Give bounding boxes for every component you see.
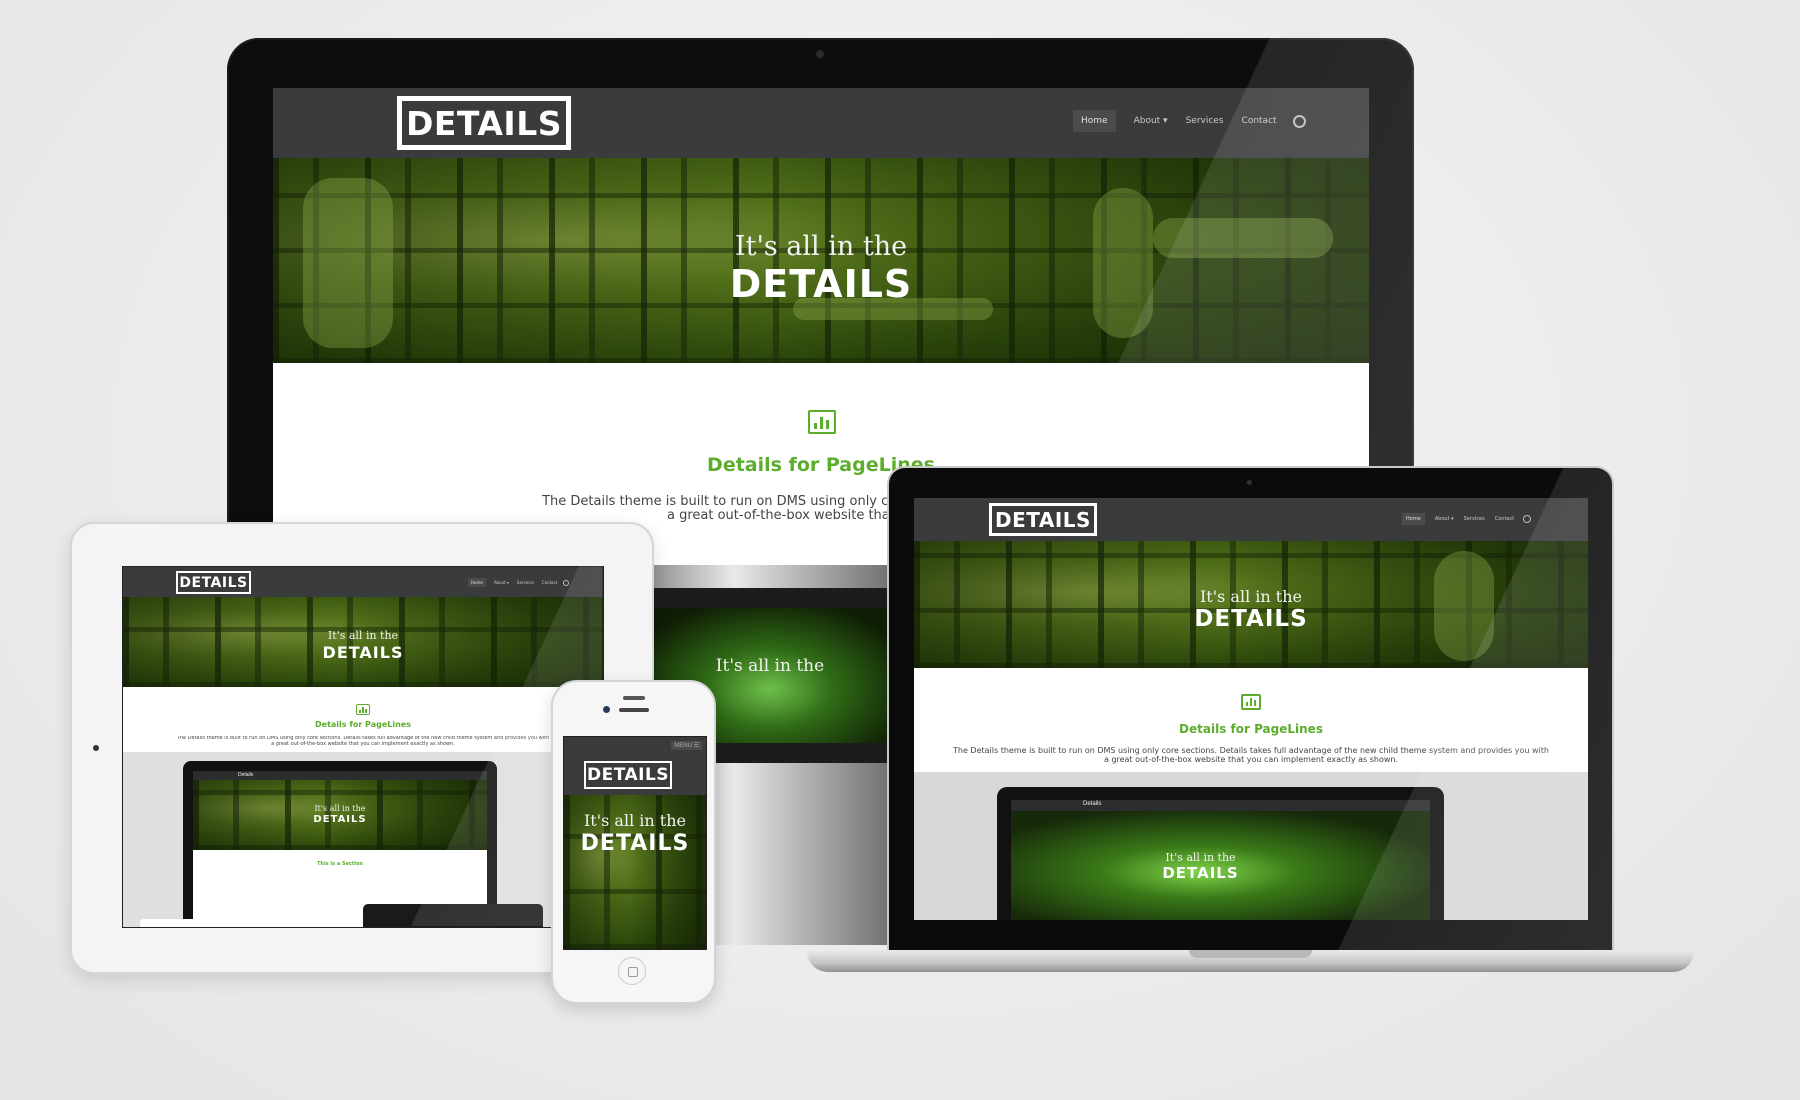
tablet-nested-brand: Details: [238, 772, 254, 778]
desktop-nav-home[interactable]: Home: [1073, 110, 1116, 132]
phone-hero: It's all in the DETAILS: [564, 795, 706, 949]
laptop-feature-title: Details for PageLines: [1179, 722, 1323, 736]
desktop-hero-line1: It's all in the: [734, 231, 908, 262]
desktop-nav-contact[interactable]: Contact: [1242, 116, 1277, 126]
tablet-hero-line1: It's all in the: [327, 629, 399, 642]
phone-device: MENU ☰ DETAILS It's all in the DETAILS: [551, 680, 716, 1004]
background-hero-line1: It's all in the: [715, 656, 825, 676]
laptop-search-icon[interactable]: [1523, 515, 1532, 523]
laptop-notch: [1189, 950, 1312, 958]
phone-screen: MENU ☰ DETAILS It's all in the DETAILS: [563, 736, 707, 950]
laptop-nested-section: Details It's all in the DETAILS: [914, 772, 1588, 920]
laptop-device: DETAILS Home About ▾ Services Contact It…: [889, 468, 1612, 951]
phone-camera: [603, 706, 610, 713]
laptop-nav-about[interactable]: About ▾: [1435, 516, 1454, 522]
phone-hero-line1: It's all in the: [583, 811, 686, 830]
laptop-nested-laptop: Details It's all in the DETAILS: [997, 787, 1444, 920]
laptop-nav-home[interactable]: Home: [1402, 513, 1425, 525]
tablet-nav-about[interactable]: About ▾: [494, 580, 509, 585]
phone-earpiece: [619, 708, 649, 712]
laptop-nested-hero-line2: DETAILS: [1162, 864, 1239, 882]
tablet-hero: It's all in the DETAILS: [123, 597, 603, 687]
tablet-feature-text-2: a great out-of-the-box website that you …: [271, 741, 455, 747]
desktop-nav-services[interactable]: Services: [1186, 116, 1224, 126]
tablet-nav-bar: DETAILS Home About ▾ Services Contact: [123, 567, 603, 597]
phone-logo[interactable]: DETAILS: [584, 761, 672, 789]
tablet-nav-menu: Home About ▾ Services Contact: [468, 578, 570, 587]
tablet-screen: DETAILS Home About ▾ Services Contact It…: [122, 566, 604, 928]
laptop-logo[interactable]: DETAILS: [989, 503, 1097, 536]
desktop-logo[interactable]: DETAILS: [397, 96, 571, 150]
desktop-chart-icon: [808, 410, 836, 434]
laptop-camera: [1247, 480, 1252, 485]
tablet-nav-home[interactable]: Home: [468, 578, 486, 587]
laptop-hero-line1: It's all in the: [1199, 587, 1302, 606]
phone-hero-line2: DETAILS: [580, 831, 690, 856]
phone-nav-bar: MENU ☰ DETAILS: [564, 737, 706, 795]
desktop-hero-line2: DETAILS: [729, 262, 913, 306]
tablet-logo[interactable]: DETAILS: [176, 571, 251, 594]
tablet-feature-title: Details for PageLines: [315, 720, 411, 729]
tablet-nav-contact[interactable]: Contact: [542, 580, 558, 585]
laptop-nav-contact[interactable]: Contact: [1495, 516, 1514, 522]
tablet-nav-services[interactable]: Services: [517, 580, 534, 585]
phone-menu-button[interactable]: MENU ☰: [671, 741, 702, 750]
tablet-search-icon[interactable]: [563, 579, 570, 586]
desktop-nav-menu: Home About ▾ Services Contact: [1073, 110, 1306, 132]
laptop-chart-icon: [1241, 694, 1261, 710]
laptop-nav-bar: DETAILS Home About ▾ Services Contact: [914, 498, 1588, 541]
laptop-nested-brand: Details: [1083, 801, 1102, 807]
desktop-camera: [816, 50, 824, 58]
tablet-chart-icon: [356, 704, 370, 715]
phone-speaker: [623, 696, 645, 700]
desktop-nav-about[interactable]: About ▾: [1134, 116, 1168, 126]
laptop-hero-line2: DETAILS: [1194, 606, 1308, 632]
tablet-nested-hero-line1: It's all in the: [314, 804, 366, 813]
laptop-hero: It's all in the DETAILS: [914, 541, 1588, 668]
tablet-nested-section: Details It's all in the DETAILS This is …: [123, 752, 603, 927]
desktop-hero: It's all in the DETAILS: [273, 158, 1369, 363]
laptop-feature-text-2: a great out-of-the-box website that you …: [1104, 755, 1398, 764]
laptop-nav-menu: Home About ▾ Services Contact: [1402, 513, 1532, 525]
tablet-camera: [93, 745, 99, 751]
laptop-feature-text-1: The Details theme is built to run on DMS…: [953, 746, 1549, 755]
tablet-nested-hero-line2: DETAILS: [313, 814, 367, 825]
phone-home-button[interactable]: [618, 957, 646, 985]
laptop-nested-hero-line1: It's all in the: [1165, 851, 1236, 864]
tablet-hero-line2: DETAILS: [322, 643, 404, 662]
laptop-nav-services[interactable]: Services: [1464, 516, 1485, 522]
desktop-search-icon[interactable]: [1292, 114, 1306, 128]
tablet-nested-laptop: Details It's all in the DETAILS This is …: [183, 761, 497, 927]
desktop-nav-bar: DETAILS Home About ▾ Services Contact: [273, 88, 1369, 158]
tablet-nested-section-title: This is a Section: [316, 861, 363, 867]
square-icon: [628, 967, 638, 977]
laptop-screen: DETAILS Home About ▾ Services Contact It…: [914, 498, 1588, 920]
